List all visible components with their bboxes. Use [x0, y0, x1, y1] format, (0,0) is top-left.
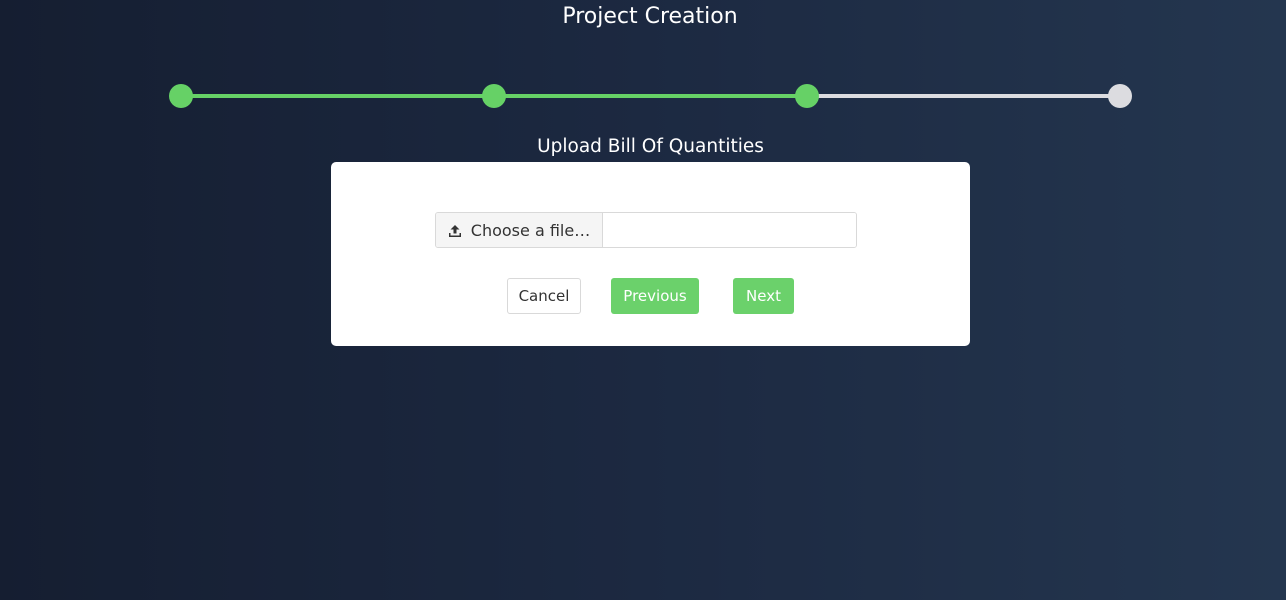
step-3-dot[interactable]: [795, 84, 819, 108]
next-button[interactable]: Next: [733, 278, 794, 314]
cancel-button[interactable]: Cancel: [507, 278, 581, 314]
previous-button[interactable]: Previous: [611, 278, 699, 314]
upload-card: Choose a file… Cancel Previous Next: [331, 162, 970, 346]
step-connector-3: [807, 94, 1120, 98]
file-name-field[interactable]: [603, 213, 856, 247]
page-title: Project Creation: [562, 4, 738, 29]
choose-file-button[interactable]: Choose a file…: [436, 213, 603, 247]
step-2-dot[interactable]: [482, 84, 506, 108]
step-1-dot[interactable]: [169, 84, 193, 108]
step-4-dot[interactable]: [1108, 84, 1132, 108]
progress-stepper: [169, 84, 1132, 108]
choose-file-label: Choose a file…: [470, 220, 591, 240]
file-upload-group: Choose a file…: [435, 212, 857, 248]
step-connector-2: [494, 94, 807, 98]
upload-icon: [448, 223, 462, 237]
step-connector-1: [181, 94, 494, 98]
section-title: Upload Bill Of Quantities: [537, 136, 764, 157]
